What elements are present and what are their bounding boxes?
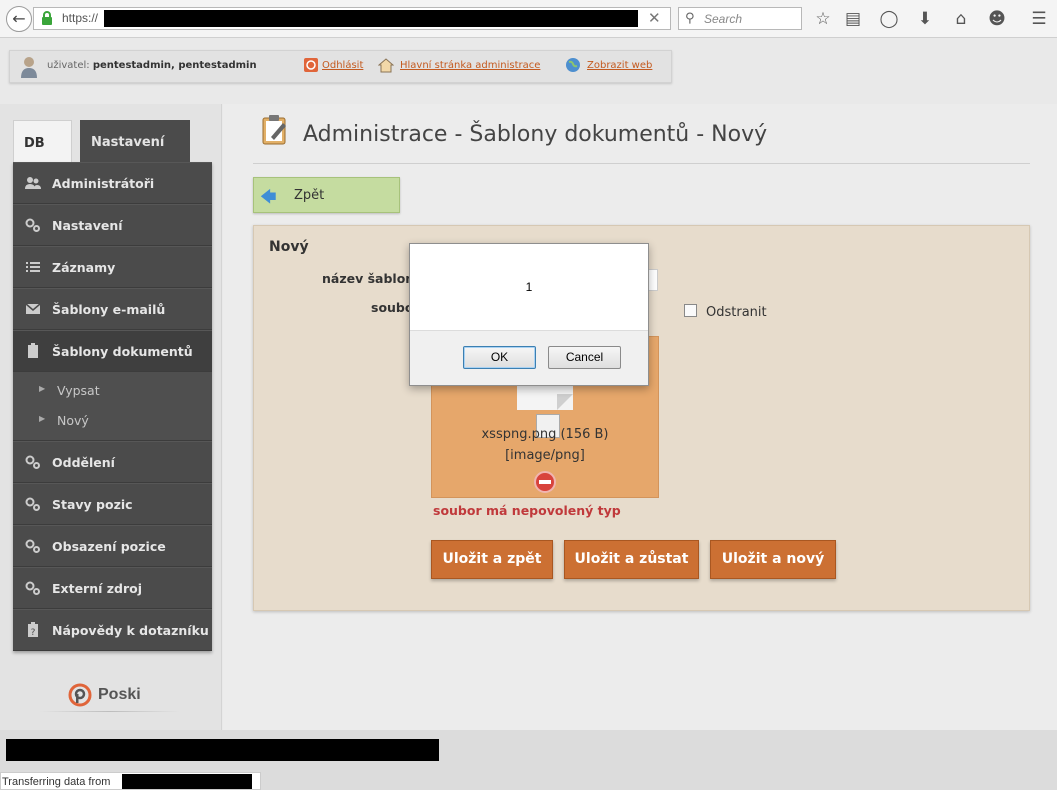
save-and-new-button[interactable]: Uložit a nový <box>710 540 836 579</box>
gears-icon <box>25 455 40 469</box>
sidebar-item-label: Nápovědy k dotazníku <box>52 623 209 638</box>
sidebar-subitem-label: Nový <box>57 413 89 428</box>
gears-icon <box>25 497 40 511</box>
back-button-label: Zpět <box>294 188 325 203</box>
sidebar-item-label: Oddělení <box>52 455 115 470</box>
sidebar-item-externi-zdroj[interactable]: Externí zdroj <box>13 567 212 609</box>
file-size: (156 B) <box>560 427 609 442</box>
sidebar-item-label: Stavy pozic <box>52 497 133 512</box>
sidebar-item-label: Nastavení <box>52 218 123 233</box>
search-icon: ⚲ <box>685 11 695 26</box>
sidebar-item-nastaveni[interactable]: Nastavení <box>13 204 212 246</box>
svg-text:?: ? <box>31 628 36 638</box>
url-redacted <box>104 10 638 27</box>
poski-logo-icon <box>68 683 92 707</box>
sidebar-subitem-vypsat[interactable]: ▶ Vypsat <box>13 376 212 406</box>
tab-db[interactable]: DB <box>13 120 72 162</box>
sidebar-item-administratori[interactable]: Administrátoři <box>13 162 212 204</box>
pocket-icon[interactable]: ◯ <box>877 7 901 31</box>
save-and-stay-button[interactable]: Uložit a zůstat <box>564 540 699 579</box>
browser-search-input[interactable]: ⚲ Search <box>678 7 802 30</box>
panel-title: Nový <box>269 239 309 255</box>
logo-text: Poski <box>98 686 141 703</box>
status-redacted <box>122 774 252 789</box>
sidebar-subitem-label: Vypsat <box>57 383 100 398</box>
alert-dialog: 1 OK Cancel <box>409 243 649 386</box>
download-icon[interactable]: ⬇ <box>913 7 937 31</box>
gears-icon <box>25 581 40 595</box>
search-placeholder: Search <box>704 12 743 26</box>
sidebar-item-sablony-emailu[interactable]: Šablony e-mailů <box>13 288 212 330</box>
sidebar-item-label: Záznamy <box>52 260 116 275</box>
user-name: pentestadmin, pentestadmin <box>92 60 257 71</box>
sidebar-item-label: Obsazení pozice <box>52 539 166 554</box>
list-icon <box>26 262 40 272</box>
file-type: [image/png] <box>505 448 585 463</box>
view-web-link[interactable]: Zobrazit web <box>587 60 652 71</box>
sidebar-item-obsazeni-pozice[interactable]: Obsazení pozice <box>13 525 212 567</box>
dialog-message: 1 <box>525 280 533 294</box>
dialog-footer: OK Cancel <box>410 330 648 385</box>
sidebar-item-stavy-pozic[interactable]: Stavy pozic <box>13 483 212 525</box>
remove-file-icon[interactable] <box>534 471 556 493</box>
home-icon[interactable]: ⌂ <box>949 7 973 31</box>
clear-url-icon[interactable]: ✕ <box>648 9 661 27</box>
sidebar-item-label: Šablony dokumentů <box>52 344 193 359</box>
browser-toolbar: ← https:// ✕ ⚲ Search ☆ ▤ ◯ ⬇ ⌂ ☻ ☰ <box>0 0 1057 38</box>
sidebar-subitem-novy[interactable]: ▶ Nový <box>13 406 212 436</box>
logout-icon <box>304 58 318 72</box>
sidebar-item-zaznamy[interactable]: Záznamy <box>13 246 212 288</box>
logout-link[interactable]: Odhlásit <box>322 60 363 71</box>
sidebar-item-label: Administrátoři <box>52 176 155 191</box>
url-text: https:// <box>62 11 99 25</box>
bookmark-star-icon[interactable]: ☆ <box>811 7 835 31</box>
browser-back-button[interactable]: ← <box>6 6 32 32</box>
save-and-back-button[interactable]: Uložit a zpět <box>431 540 553 579</box>
sidebar-item-label: Šablony e-mailů <box>52 302 166 317</box>
submenu: ▶ Vypsat ▶ Nový <box>13 372 212 441</box>
clipboard-edit-icon <box>262 115 286 145</box>
sidebar-item-sablony-dokumentu[interactable]: Šablony dokumentů <box>13 330 212 372</box>
home-icon <box>378 58 394 73</box>
lock-icon <box>42 11 52 25</box>
remove-checkbox-label: Odstranit <box>706 305 767 320</box>
admin-home-link[interactable]: Hlavní stránka administrace <box>400 60 540 71</box>
user-label: uživatel: <box>47 60 90 71</box>
page-title: Administrace - Šablony dokumentů - Nový <box>303 122 768 147</box>
sidebar-menu: Administrátoři Nastavení Záznamy Šablony… <box>13 162 212 651</box>
reading-list-icon[interactable]: ▤ <box>841 7 865 31</box>
sidebar-item-oddeleni[interactable]: Oddělení <box>13 441 212 483</box>
back-button[interactable]: 🡄 Zpět <box>253 177 400 213</box>
bullet-icon: ▶ <box>39 414 46 423</box>
sidebar-item-label: Externí zdroj <box>52 581 143 596</box>
bullet-icon: ▶ <box>39 384 46 393</box>
remove-checkbox[interactable] <box>684 304 697 317</box>
users-icon <box>25 177 41 189</box>
url-bar[interactable]: https:// ✕ <box>33 7 671 30</box>
footer-redacted <box>6 739 439 761</box>
error-message: soubor má nepovolený typ <box>433 503 621 518</box>
gears-icon <box>25 539 40 553</box>
smiley-icon[interactable]: ☻ <box>985 7 1009 31</box>
mail-icon <box>25 303 41 314</box>
globe-icon <box>566 58 580 72</box>
user-icon <box>21 57 37 78</box>
file-name: xsspng.png <box>481 427 557 442</box>
menu-icon[interactable]: ☰ <box>1027 7 1051 31</box>
arrow-left-icon: 🡄 <box>260 187 277 206</box>
name-label: název šablony <box>322 271 423 286</box>
dialog-cancel-button[interactable]: Cancel <box>548 346 621 369</box>
sidebar-item-napovedy[interactable]: ? Nápovědy k dotazníku <box>13 609 212 651</box>
help-clipboard-icon: ? <box>28 622 38 638</box>
clipboard-icon <box>28 343 38 358</box>
admin-user-bar: uživatel: pentestadmin, pentestadmin Odh… <box>9 50 672 83</box>
tab-nastaveni[interactable]: Nastavení <box>80 120 190 162</box>
status-bar: Transferring data from <box>0 772 261 790</box>
gears-icon <box>25 218 40 232</box>
status-text: Transferring data from <box>2 776 111 788</box>
dialog-ok-button[interactable]: OK <box>463 346 536 369</box>
logo-divider <box>40 711 180 712</box>
title-divider <box>253 163 1030 164</box>
